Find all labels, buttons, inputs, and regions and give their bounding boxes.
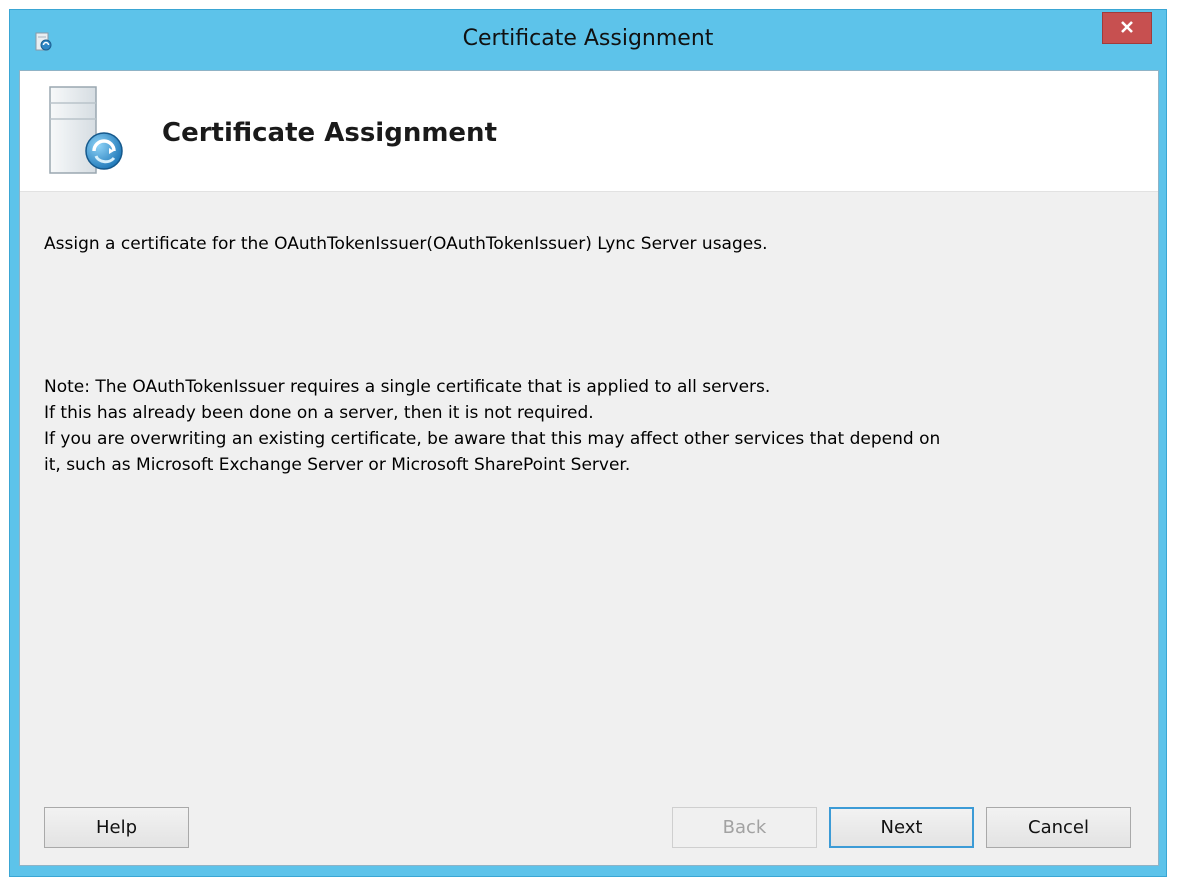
dialog-window: Certificate Assignment Certificate Assig… (9, 9, 1167, 877)
dialog-client-area: Certificate Assignment Assign a certific… (19, 70, 1159, 866)
content-area: Assign a certificate for the OAuthTokenI… (44, 231, 1130, 478)
description-text: Assign a certificate for the OAuthTokenI… (44, 234, 768, 254)
note-line: If this has already been done on a serve… (44, 403, 594, 423)
server-certificate-icon (48, 85, 130, 177)
back-button[interactable]: Back (672, 807, 817, 848)
close-icon (1120, 19, 1134, 38)
note-block: Note: The OAuthTokenIssuer requires a si… (44, 374, 1130, 478)
title-bar[interactable]: Certificate Assignment (10, 10, 1166, 70)
note-line: Note: The OAuthTokenIssuer requires a si… (44, 377, 771, 397)
cancel-button[interactable]: Cancel (986, 807, 1131, 848)
close-button[interactable] (1102, 12, 1152, 44)
help-button[interactable]: Help (44, 807, 189, 848)
window-title: Certificate Assignment (462, 26, 714, 51)
note-line: If you are overwriting an existing certi… (44, 429, 941, 449)
note-line: it, such as Microsoft Exchange Server or… (44, 455, 631, 475)
next-button[interactable]: Next (829, 807, 974, 848)
wizard-header: Certificate Assignment (20, 71, 1158, 192)
page-title: Certificate Assignment (162, 118, 497, 148)
